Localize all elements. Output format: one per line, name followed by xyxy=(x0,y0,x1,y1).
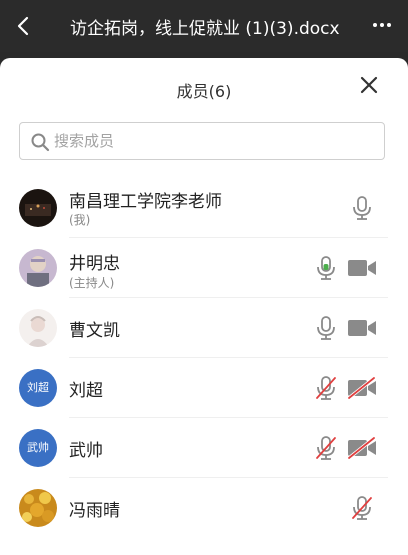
member-role: (我) xyxy=(69,213,91,227)
member-search-input[interactable] xyxy=(54,128,374,154)
microphone-muted-icon[interactable] xyxy=(314,375,338,401)
avatar xyxy=(19,249,57,287)
member-row[interactable]: 刘超 刘超 xyxy=(0,358,408,418)
microphone-icon[interactable] xyxy=(350,195,374,221)
document-title: 访企拓岗，线上促就业 (1)(3).docx xyxy=(70,19,340,39)
avatar: 武帅 xyxy=(19,429,57,467)
avatar: 刘超 xyxy=(19,369,57,407)
member-row[interactable]: 南昌理工学院李老师 (我) xyxy=(0,178,408,238)
avatar xyxy=(19,189,57,227)
microphone-active-icon[interactable] xyxy=(314,255,338,281)
member-search-box[interactable] xyxy=(19,122,385,160)
member-name: 冯雨晴 xyxy=(69,501,120,521)
members-panel: 成员(6) 南昌理工学院李老师 (我) xyxy=(0,58,408,555)
member-row[interactable]: 冯雨晴 xyxy=(0,478,408,538)
camera-off-icon[interactable] xyxy=(347,377,377,399)
member-name: 曹文凯 xyxy=(69,321,120,341)
avatar xyxy=(19,489,57,527)
member-row[interactable]: 武帅 武帅 xyxy=(0,418,408,478)
camera-icon[interactable] xyxy=(347,257,377,279)
camera-icon[interactable] xyxy=(347,317,377,339)
search-icon xyxy=(31,133,50,152)
member-name: 井明忠 xyxy=(69,254,120,274)
camera-off-icon[interactable] xyxy=(347,437,377,459)
top-bar: 访企拓岗，线上促就业 (1)(3).docx xyxy=(0,0,408,52)
member-row[interactable]: 曹文凯 xyxy=(0,298,408,358)
member-name: 武帅 xyxy=(69,441,103,461)
back-icon[interactable] xyxy=(10,12,38,40)
microphone-muted-icon[interactable] xyxy=(350,495,374,521)
more-options-icon[interactable] xyxy=(370,13,394,37)
member-role: (主持人) xyxy=(69,276,115,290)
member-row[interactable]: 井明忠 (主持人) xyxy=(0,238,408,298)
microphone-muted-icon[interactable] xyxy=(314,435,338,461)
avatar xyxy=(19,309,57,347)
member-name: 南昌理工学院李老师 xyxy=(69,192,222,212)
microphone-icon[interactable] xyxy=(314,315,338,341)
member-name: 刘超 xyxy=(69,381,103,401)
members-panel-title: 成员(6) xyxy=(176,82,232,101)
close-icon[interactable] xyxy=(358,74,380,96)
